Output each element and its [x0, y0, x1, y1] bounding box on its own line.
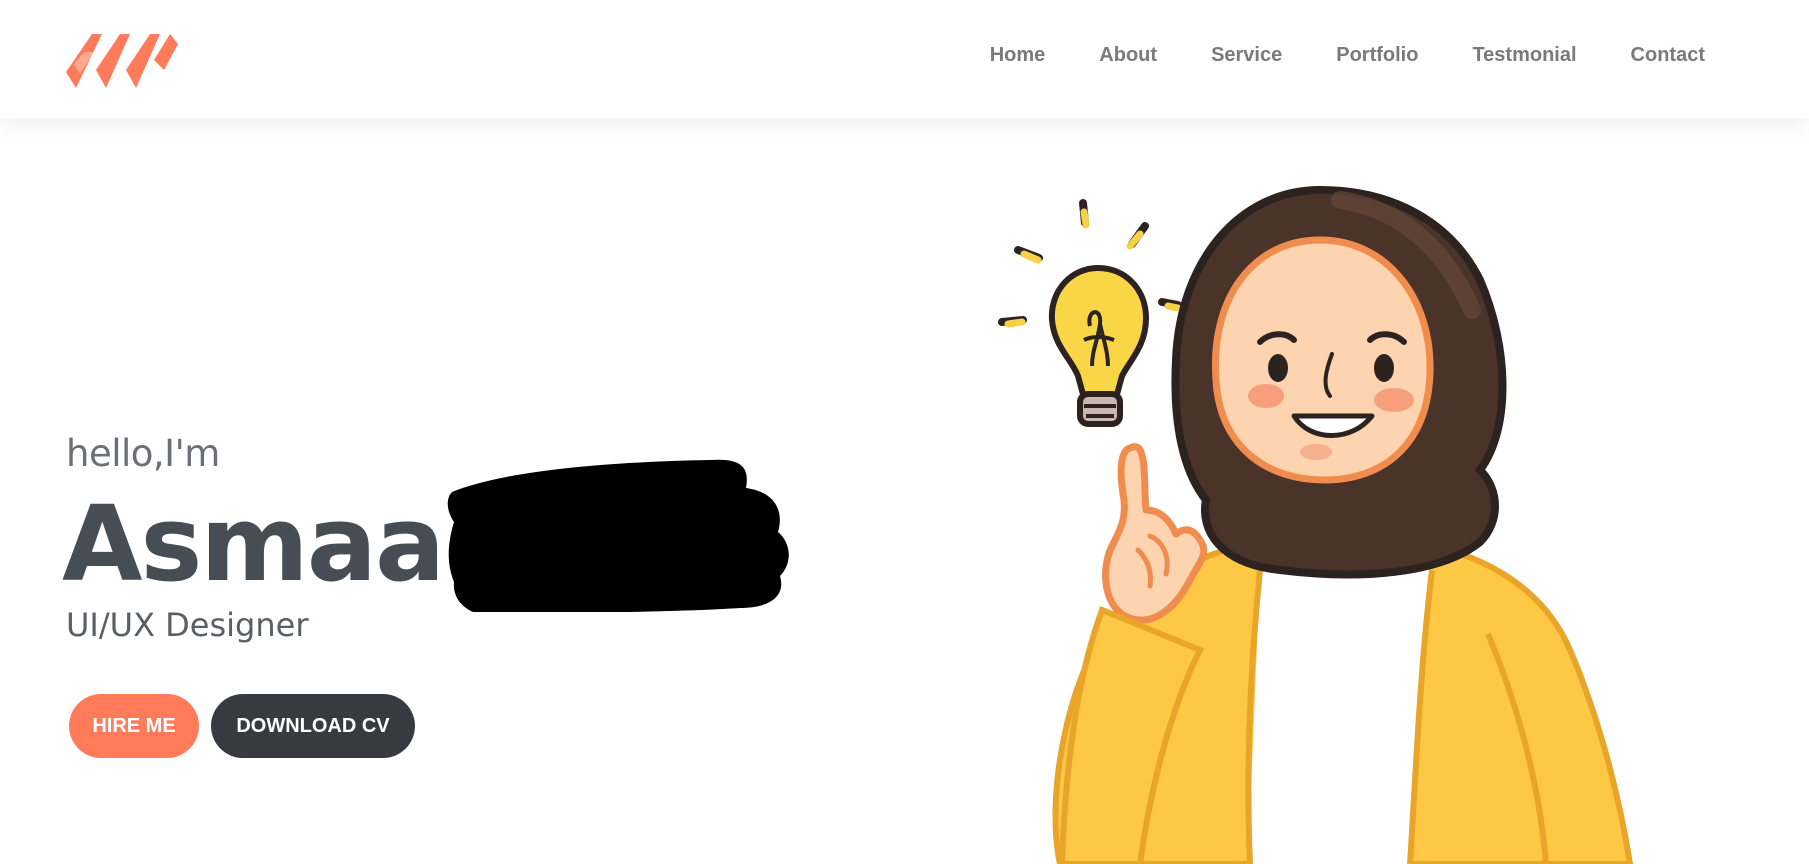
nav-service[interactable]: Service	[1211, 44, 1282, 67]
hero-name: Asmaa	[62, 483, 445, 605]
brand-logo-icon[interactable]	[66, 30, 178, 88]
hijab-girl-lightbulb-illustration	[998, 185, 1634, 864]
nav-home[interactable]: Home	[990, 44, 1046, 67]
site-header: Home About Service Portfolio Testmonial …	[0, 0, 1809, 118]
nav-testmonial[interactable]: Testmonial	[1472, 44, 1576, 67]
nav-about[interactable]: About	[1099, 44, 1157, 67]
hero-greeting: hello,I'm	[66, 432, 220, 475]
nav-contact[interactable]: Contact	[1631, 44, 1705, 67]
page: Home About Service Portfolio Testmonial …	[0, 0, 1809, 864]
main-nav: Home About Service Portfolio Testmonial …	[990, 44, 1705, 67]
nav-portfolio[interactable]: Portfolio	[1336, 44, 1418, 67]
redaction-mark	[447, 459, 789, 612]
hero-role: UI/UX Designer	[66, 606, 309, 644]
hire-me-button[interactable]: HIRE ME	[69, 694, 199, 758]
download-cv-button[interactable]: DOWNLOAD CV	[211, 694, 415, 758]
